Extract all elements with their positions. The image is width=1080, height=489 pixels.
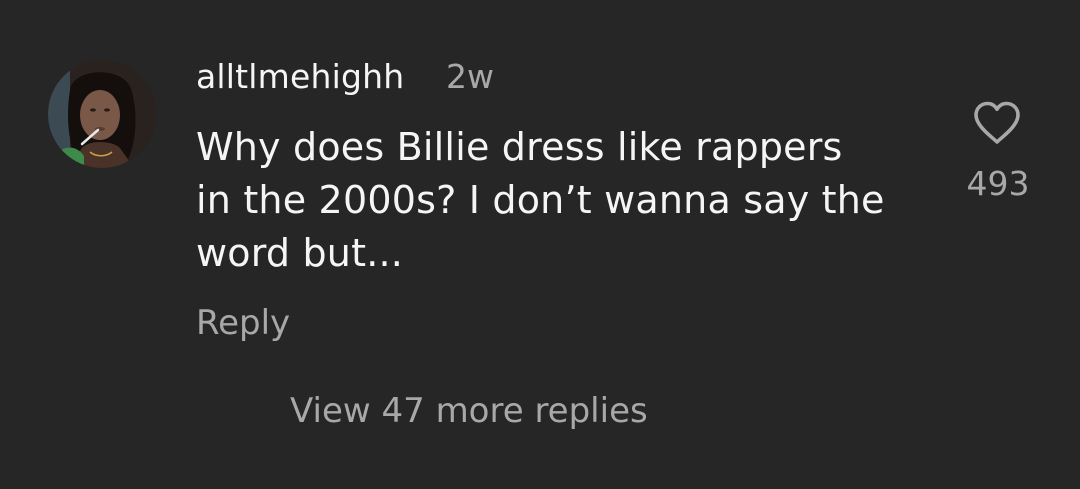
avatar[interactable]	[48, 60, 156, 168]
like-count: 493	[966, 164, 1030, 203]
like-button[interactable]	[972, 100, 1022, 146]
comment-text-line: Why does Billie dress like rappers	[196, 125, 843, 169]
comment-text-line: word but...	[196, 231, 404, 275]
heart-outline-icon	[974, 101, 1020, 144]
comment-text-line: in the 2000s? I don’t wanna say the	[196, 178, 885, 222]
reply-button[interactable]: Reply	[196, 300, 290, 346]
avatar-image	[48, 60, 156, 168]
comment-username[interactable]: alltlmehighh	[196, 55, 404, 99]
view-more-replies-button[interactable]: View 47 more replies	[290, 388, 648, 434]
comment-timestamp: 2w	[446, 57, 494, 96]
comment-text: Why does Billie dress like rappers in th…	[196, 121, 916, 280]
comment-item: alltlmehighh 2w Why does Billie dress li…	[0, 0, 1080, 489]
